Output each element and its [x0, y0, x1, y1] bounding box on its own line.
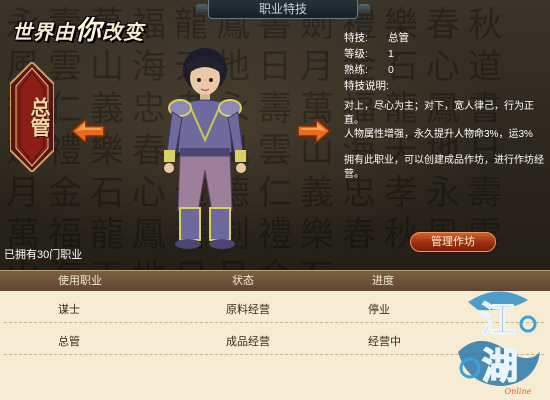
level-label: 等级: [344, 48, 368, 60]
skill-label: 特技: [344, 32, 368, 44]
row-job: 谋士 [58, 304, 80, 316]
header-status: 状态 [232, 275, 254, 287]
desc-line-3: 拥有此职业，可以创建成品作坊，进行作坊经营。 [344, 155, 544, 180]
row-progress: 经营中 [368, 336, 401, 348]
level-row: 等级: 1 [344, 46, 550, 62]
game-logo-icon: 江 湖 Online [448, 282, 548, 398]
desc-line-1: 对上，尽心为主；对下，宽人律己，行为正直。 [344, 101, 534, 126]
logo-text-top: 江 [480, 299, 516, 341]
proficiency-label: 熟练: [344, 64, 368, 76]
job-emblem-icon: 总管 [10, 62, 54, 172]
character-figure [150, 40, 260, 260]
title-tab-ornament-left [196, 4, 208, 14]
skill-description: 对上，尽心为主；对下，宽人律己，行为正直。 人物属性增强，永久提升人物命3%，运… [344, 100, 550, 142]
emblem-label: 总管 [27, 97, 51, 137]
job-skill-stage: 永壽萬福龍鳳書劍禮樂春秋風雲山海天地日月金石心道德仁義忠孝永壽萬福龍鳳書劍禮樂春… [0, 0, 550, 270]
slogan-prefix: 世界由 [12, 20, 75, 44]
arrow-right-icon[interactable] [296, 117, 332, 145]
header-job: 使用职业 [58, 275, 102, 287]
level-value: 1 [388, 48, 394, 60]
row-job: 总管 [58, 336, 80, 348]
proficiency-row: 熟练: 0 [344, 62, 550, 78]
row-status: 原料经营 [226, 304, 270, 316]
arrow-left-icon[interactable] [70, 117, 106, 145]
title-tab-ornament-right [358, 4, 370, 14]
row-status: 成品经营 [226, 336, 270, 348]
panel-title: 职业特技 [208, 0, 358, 19]
manage-workshop-button[interactable]: 管理作坊 [410, 232, 496, 252]
slogan-suffix: 改变 [102, 20, 145, 44]
slogan: 世界由你改变 [12, 10, 144, 47]
logo-subtitle: Online [505, 387, 532, 396]
header-progress: 进度 [372, 275, 394, 287]
skill-row: 特技: 总管 [344, 30, 550, 46]
owned-jobs-count: 已拥有30门职业 [4, 249, 83, 261]
slogan-big: 你 [75, 16, 103, 46]
proficiency-value: 0 [388, 64, 394, 76]
desc-label: 特技说明: [344, 80, 389, 92]
job-info-panel: 特技: 总管 等级: 1 熟练: 0 特技说明: 对上，尽心为主；对下，宽人律己，行为… [344, 30, 550, 260]
skill-value: 总管 [388, 32, 409, 44]
desc-line-2: 人物属性增强，永久提升人物命3%，运3% [344, 129, 533, 140]
row-progress: 停业 [368, 304, 390, 316]
logo-text-bottom: 湖 [482, 345, 518, 387]
